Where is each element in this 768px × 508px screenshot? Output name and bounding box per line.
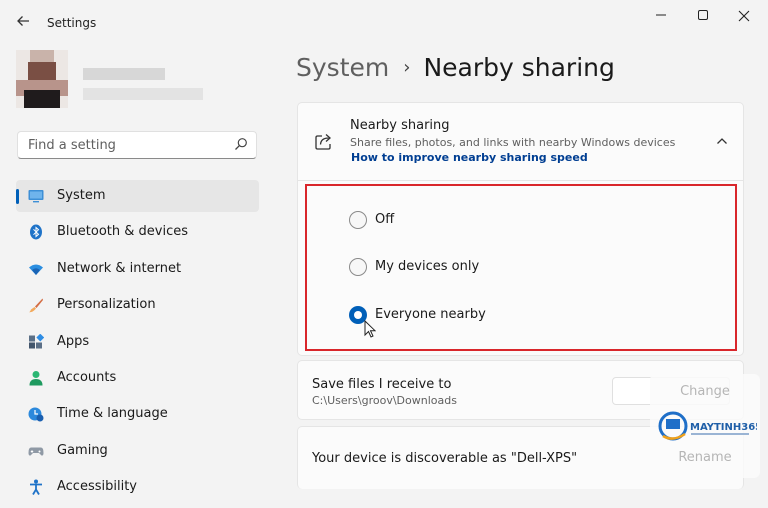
sidebar-item-apps[interactable]: Apps — [16, 326, 259, 358]
sidebar-item-personalization[interactable]: Personalization — [16, 289, 259, 321]
nearby-sharing-title: Nearby sharing — [350, 118, 450, 133]
minimize-button[interactable] — [643, 6, 679, 28]
sidebar-item-label: System — [57, 188, 106, 203]
radio-button[interactable] — [349, 258, 367, 276]
sidebar-item-time-language[interactable]: Time & language — [16, 398, 259, 430]
sidebar-item-label: Gaming — [57, 442, 108, 458]
person-icon — [29, 370, 43, 386]
save-files-path: C:\Users\groov\Downloads — [312, 394, 457, 407]
save-files-title: Save files I receive to — [312, 377, 452, 392]
sidebar-item-bluetooth[interactable]: Bluetooth & devices — [16, 216, 259, 248]
sidebar-item-label: Accessibility — [57, 479, 137, 495]
breadcrumb: System › Nearby sharing — [296, 53, 615, 82]
gamepad-icon — [28, 447, 44, 456]
sidebar-item-accounts[interactable]: Accounts — [16, 362, 259, 394]
minimize-icon — [656, 14, 666, 16]
app-title: Settings — [47, 16, 97, 30]
monitor-icon — [28, 190, 44, 203]
search-input[interactable]: Find a setting — [17, 131, 257, 159]
watermark-overlay: Change MAYTINH365 Rename — [650, 374, 760, 478]
nearby-sharing-header[interactable]: Nearby sharing Share files, photos, and … — [298, 103, 743, 181]
radio-label: My devices only — [375, 259, 480, 274]
wifi-icon — [29, 264, 43, 275]
svg-text:MAYTINH365: MAYTINH365 — [690, 422, 757, 433]
nearby-sharing-description: Share files, photos, and links with near… — [350, 136, 676, 149]
improve-speed-link[interactable]: How to improve nearby sharing speed — [351, 151, 588, 164]
sidebar-item-label: Network & internet — [57, 260, 182, 276]
sidebar-item-accessibility[interactable]: Accessibility — [16, 471, 259, 503]
close-icon — [738, 10, 750, 22]
mouse-cursor-icon — [364, 320, 376, 338]
apps-icon — [29, 333, 44, 349]
sidebar-item-label: Apps — [57, 333, 90, 349]
chevron-right-icon: › — [403, 57, 411, 78]
radio-label: Everyone nearby — [375, 307, 486, 322]
radio-button[interactable] — [349, 211, 367, 229]
brush-icon — [29, 298, 43, 313]
sidebar-item-network[interactable]: Network & internet — [16, 253, 259, 285]
chevron-up-icon[interactable] — [715, 134, 729, 148]
back-button[interactable] — [12, 10, 34, 32]
bluetooth-icon — [30, 224, 42, 240]
maximize-button[interactable] — [685, 6, 721, 28]
share-icon — [315, 134, 331, 150]
sidebar-item-gaming[interactable]: Gaming — [16, 435, 259, 467]
close-button[interactable] — [726, 6, 762, 28]
sidebar-item-label: Time & language — [57, 406, 168, 422]
title-bar: Settings — [0, 0, 768, 40]
rename-button-label[interactable]: Rename — [650, 450, 760, 465]
sidebar-item-label: Personalization — [57, 297, 156, 313]
radio-label: Off — [375, 212, 395, 227]
search-placeholder: Find a setting — [28, 138, 116, 153]
accessibility-icon — [30, 479, 42, 496]
breadcrumb-parent[interactable]: System — [296, 53, 389, 82]
sidebar-item-system[interactable]: System — [16, 180, 259, 212]
maytinh365-logo: MAYTINH365 — [658, 411, 757, 441]
avatar[interactable] — [16, 50, 68, 108]
sidebar-item-label: Bluetooth & devices — [57, 224, 188, 240]
change-button-label[interactable]: Change — [650, 384, 760, 399]
device-discoverable-text: Your device is discoverable as "Dell-XPS… — [312, 451, 578, 466]
sidebar-nav: System Bluetooth & devices Network & int… — [16, 180, 259, 508]
active-indicator — [16, 189, 19, 204]
page-title: Nearby sharing — [423, 53, 615, 82]
maximize-icon — [698, 10, 708, 20]
sidebar-item-label: Accounts — [57, 369, 117, 385]
search-icon — [235, 138, 247, 150]
clock-globe-icon — [28, 407, 44, 422]
arrow-left-icon — [17, 16, 29, 26]
